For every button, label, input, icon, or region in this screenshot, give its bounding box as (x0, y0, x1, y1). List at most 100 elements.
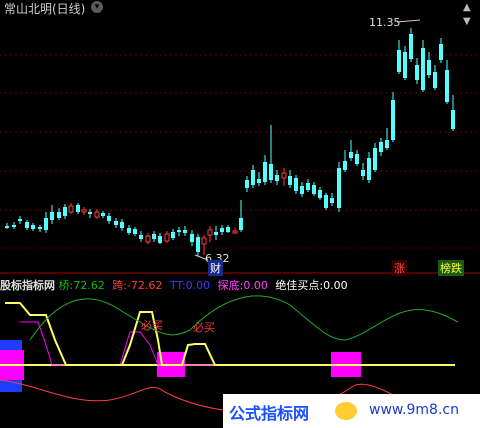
candle-body (139, 235, 143, 239)
candle-body (343, 161, 347, 170)
candle-body (361, 170, 365, 176)
candle-body (275, 175, 279, 181)
candle-body (385, 140, 389, 148)
indicator-item-bridge-value: 72.62 (73, 279, 105, 292)
candle-body (349, 152, 353, 158)
chevron-up-icon[interactable]: ▲ (463, 2, 471, 13)
candle-body (263, 162, 267, 182)
candle-body (207, 229, 213, 236)
watermark-url: www.9m8.cn (369, 402, 459, 418)
candle-body (379, 142, 383, 152)
candle-body (239, 218, 243, 230)
candle-body (183, 230, 187, 233)
candle-body (300, 186, 304, 194)
candle-body (201, 237, 207, 245)
candle-body (433, 72, 437, 88)
candle-body (145, 235, 151, 243)
candle-body (373, 148, 377, 170)
candle-body (94, 211, 100, 218)
candle-body (63, 207, 67, 216)
indicator-item-cross-label: 跨: (112, 279, 127, 292)
candle-body (257, 179, 261, 183)
candle-body (133, 229, 137, 234)
candle-body (232, 230, 238, 234)
buy-signal-label: 必买 (193, 321, 215, 334)
candle-body (18, 219, 22, 221)
indicator-item-tt-label: TT: (169, 279, 186, 292)
candle-body (158, 236, 162, 243)
yellow-signal-line (5, 302, 455, 366)
candle-body (294, 178, 298, 191)
candle-body (214, 232, 218, 235)
candle-body (177, 230, 181, 232)
candle-body (226, 227, 230, 232)
candle-body (88, 212, 92, 214)
candle-body (312, 185, 316, 194)
candle-body (164, 233, 170, 242)
candle-body (152, 234, 156, 239)
indicator-item-buy-point-value: 0.00 (323, 279, 348, 292)
candle-body (25, 222, 29, 228)
candle-body (306, 183, 310, 190)
indicator-name[interactable]: 股标指标网 (0, 279, 55, 292)
event-badge[interactable]: 财 (208, 260, 223, 276)
indicator-item-tt-value: 0.00 (185, 279, 211, 292)
candle-body (220, 228, 224, 232)
indicator-item-bottom-label: 探底: (217, 279, 244, 292)
candle-body (451, 110, 455, 129)
rise-badge[interactable]: 涨 (392, 260, 407, 276)
candle-body (57, 212, 61, 218)
candle-body (415, 65, 419, 80)
candle-body (427, 60, 431, 75)
chart-canvas[interactable] (0, 0, 480, 428)
watermark-banner: 公式指标网 www.9m8.cn (223, 394, 480, 428)
candle-body (318, 190, 322, 198)
indicator-item-cross-value: -72.62 (126, 279, 163, 292)
candle-body (12, 225, 16, 227)
indicator-item-buy-point-label: 绝佳买点: (275, 279, 324, 292)
candle-body (403, 52, 407, 78)
candle-body (245, 180, 249, 188)
candle-body (44, 218, 48, 230)
candle-body (367, 158, 371, 180)
candle-body (445, 70, 449, 102)
candle-body (324, 195, 328, 208)
stock-title: 常山北明(日线) (4, 2, 86, 16)
candle-body (114, 221, 118, 225)
candle-body (81, 209, 87, 213)
candle-body (421, 48, 425, 90)
candle-body (196, 237, 200, 252)
indicator-bar: 股标指标网 桥:72.62 跨:-72.62 TT:0.00 探底:0.00 绝… (0, 277, 348, 293)
candle-body (439, 44, 443, 60)
indicator-item-bridge-label: 桥: (58, 279, 74, 292)
candle-body (107, 216, 111, 221)
candle-body (68, 205, 74, 213)
candle-body (251, 170, 255, 185)
candle-body (31, 225, 35, 229)
candle-body (5, 226, 9, 228)
candle-body (355, 154, 359, 164)
high-price-label: 11.35 (369, 16, 401, 29)
indicator-item-bottom-value: 0.00 (243, 279, 268, 292)
candle-body (120, 222, 124, 228)
buy-signal-label: 必买 (141, 319, 163, 332)
candle-body (397, 50, 401, 72)
list-badge[interactable]: 榜跌 (438, 260, 464, 276)
green-curve (29, 295, 459, 341)
watermark-site-name: 公式指标网 (229, 404, 310, 423)
candle-body (337, 168, 341, 208)
candle-body (288, 176, 292, 185)
chevron-down-icon[interactable]: ▾ (91, 1, 103, 13)
candle-body (409, 34, 413, 59)
candle-body (391, 100, 395, 140)
candlestick-series (5, 28, 455, 256)
candle-body (330, 198, 334, 203)
candle-body (171, 232, 175, 238)
logo-icon (335, 402, 357, 420)
candle-body (76, 205, 80, 212)
candle-body (190, 234, 194, 242)
candle-body (269, 164, 273, 180)
candle-body (127, 228, 131, 233)
candle-body (281, 172, 287, 179)
chevron-down-icon[interactable]: ▼ (463, 16, 471, 27)
